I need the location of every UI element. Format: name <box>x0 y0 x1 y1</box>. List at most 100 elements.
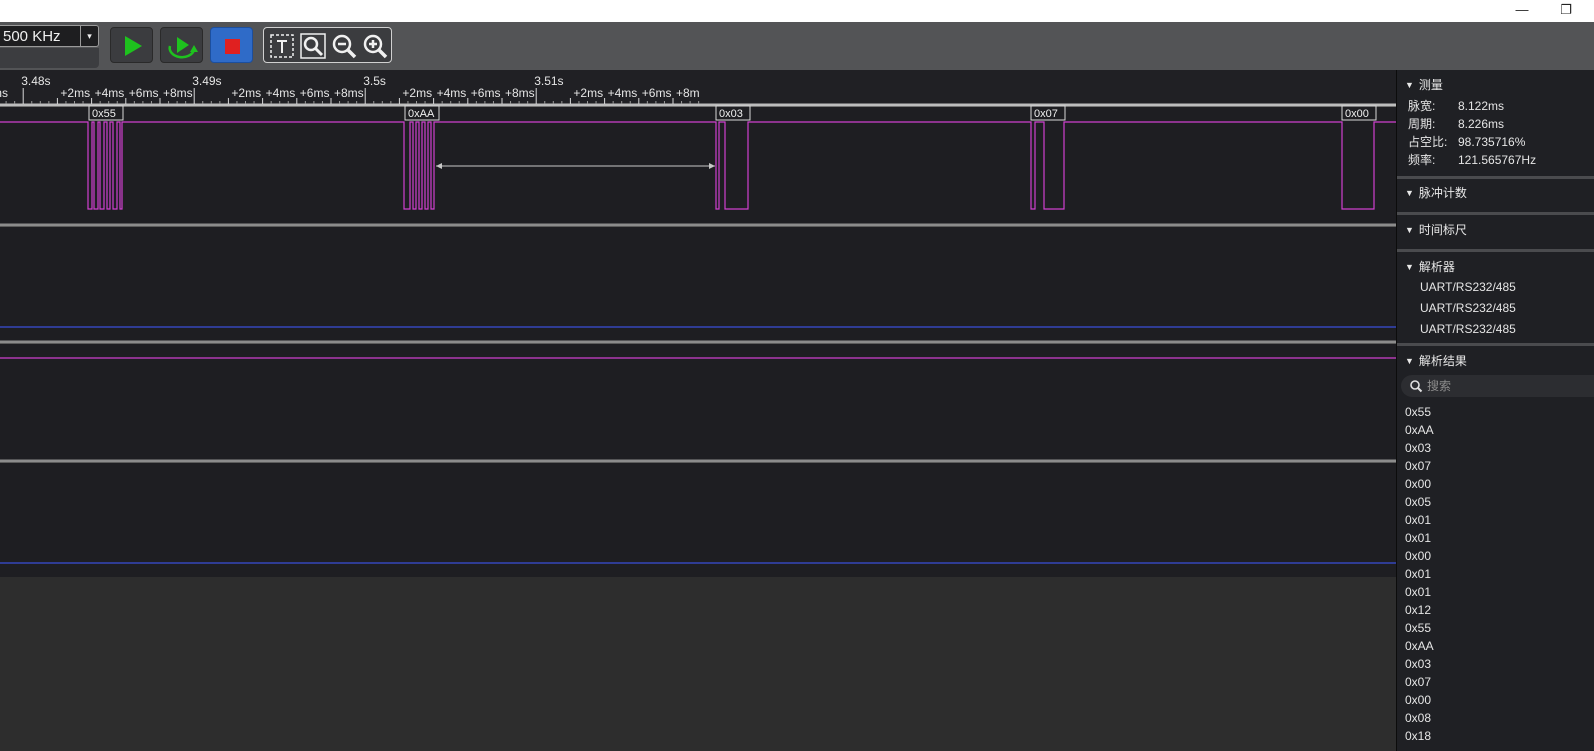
ruler-label: +4ms <box>266 86 296 100</box>
waveform-canvas[interactable]: ms3.48s+2ms+4ms+6ms+8ms3.49s+2ms+4ms+6ms… <box>0 70 1396 751</box>
result-item[interactable]: 0x00 <box>1405 475 1431 493</box>
collapse-triangle-icon: ▼ <box>1405 262 1414 272</box>
collapse-triangle-icon: ▼ <box>1405 188 1414 198</box>
result-item[interactable]: 0x00 <box>1405 691 1431 709</box>
continuous-capture-button[interactable] <box>160 27 203 63</box>
result-item[interactable]: 0x18 <box>1405 727 1431 745</box>
ruler-label: +4ms <box>608 86 638 100</box>
text-cursor-icon[interactable] <box>268 32 296 60</box>
results-section-header[interactable]: ▼ 解析结果 <box>1405 353 1467 369</box>
ruler-label: +4ms <box>437 86 467 100</box>
result-item[interactable]: 0x08 <box>1405 709 1431 727</box>
ruler-label: 3.49s <box>192 74 221 88</box>
ruler-label: +8m <box>676 86 700 100</box>
result-item[interactable]: 0x07 <box>1405 457 1431 475</box>
sample-rate-select[interactable]: 500 KHz ▾ <box>0 25 99 47</box>
ruler-label: +8ms <box>163 86 193 100</box>
section-divider <box>1397 343 1594 346</box>
start-capture-button[interactable] <box>110 27 153 63</box>
result-item[interactable]: 0x01 <box>1405 511 1431 529</box>
decoded-frame-label: 0x00 <box>1345 108 1369 120</box>
result-item[interactable]: 0x05 <box>1405 493 1431 511</box>
measurement-row: 频率: 121.565767Hz <box>1408 152 1536 168</box>
ruler-label: +8ms <box>334 86 364 100</box>
result-item[interactable]: 0xAA <box>1405 421 1434 439</box>
result-item[interactable]: 0x07 <box>1405 673 1431 691</box>
collapse-triangle-icon: ▼ <box>1405 356 1414 366</box>
pulse-count-section-header[interactable]: ▼ 脉冲计数 <box>1405 185 1467 201</box>
measurement-row: 周期: 8.226ms <box>1408 116 1504 132</box>
ruler-label: +4ms <box>95 86 125 100</box>
ruler-label: ms <box>0 86 8 100</box>
result-item[interactable]: 0x03 <box>1405 439 1431 457</box>
stop-capture-button[interactable] <box>210 27 253 63</box>
channel-2-track[interactable] <box>0 344 1396 460</box>
collapse-triangle-icon: ▼ <box>1405 225 1414 235</box>
measurement-value: 98.735716% <box>1458 135 1526 149</box>
section-divider <box>1397 176 1594 179</box>
ruler-label: +2ms <box>573 86 603 100</box>
measurement-value: 8.226ms <box>1458 117 1505 131</box>
search-icon <box>1410 380 1423 393</box>
ruler-label: +6ms <box>471 86 501 100</box>
result-item[interactable]: 0x12 <box>1405 601 1431 619</box>
minimize-button[interactable]: — <box>1507 0 1537 22</box>
result-item[interactable]: 0x55 <box>1405 619 1431 637</box>
ruler-label: +6ms <box>642 86 672 100</box>
channel-3-track[interactable] <box>0 463 1396 577</box>
ruler-label: 3.51s <box>534 74 563 88</box>
ruler-label: +2ms <box>231 86 261 100</box>
decoder-item[interactable]: UART/RS232/485 <box>1420 320 1516 338</box>
zoom-fit-icon[interactable] <box>299 32 327 60</box>
restore-button[interactable]: ❐ <box>1551 0 1581 22</box>
ruler-label: +8ms <box>505 86 535 100</box>
side-panel: ▼ 测量 脉宽: 8.122ms 周期: 8.226ms 占空比: 98.735716% 频率… <box>1396 70 1594 751</box>
decoded-frame-label: 0x55 <box>92 108 116 120</box>
ruler-label: +6ms <box>300 86 330 100</box>
ruler-label: +2ms <box>402 86 432 100</box>
channel-1-track[interactable] <box>0 227 1396 341</box>
results-search[interactable] <box>1401 375 1594 397</box>
title-bar: — ❐ <box>0 0 1594 22</box>
chevron-down-icon[interactable]: ▾ <box>80 26 98 46</box>
decoders-section-header[interactable]: ▼ 解析器 <box>1405 259 1455 275</box>
sample-rate-value: 500 KHz <box>3 28 61 45</box>
search-input[interactable] <box>1427 377 1587 395</box>
logic-analyzer-window: — ❐ 500 KHz ▾ s 3.48s +2ms +4ms +6ms +8m… <box>0 0 1594 751</box>
decoder-item[interactable]: UART/RS232/485 <box>1420 278 1516 296</box>
result-item[interactable]: 0x01 <box>1405 565 1431 583</box>
measurement-row: 占空比: 98.735716% <box>1408 134 1525 150</box>
measurement-key: 频率: <box>1408 153 1436 167</box>
ruler-label: 3.5s <box>363 74 386 88</box>
decoder-item[interactable]: UART/RS232/485 <box>1420 299 1516 317</box>
section-divider <box>1397 249 1594 252</box>
measure-section-header[interactable]: ▼ 测量 <box>1405 77 1443 93</box>
decoded-frame-label: 0x07 <box>1034 108 1058 120</box>
result-item[interactable]: 0x01 <box>1405 583 1431 601</box>
result-item[interactable]: 0x01 <box>1405 529 1431 547</box>
result-item[interactable]: 0x03 <box>1405 655 1431 673</box>
zoom-toolbar <box>263 27 392 63</box>
result-item[interactable]: 0x55 <box>1405 403 1431 421</box>
play-icon <box>125 36 142 56</box>
ruler-label: 3.48s <box>21 74 50 88</box>
toolbar: 500 KHz ▾ <box>0 22 1594 70</box>
stop-icon <box>225 39 240 54</box>
measurement-key: 占空比: <box>1408 135 1448 149</box>
measurement-row: 脉宽: 8.122ms <box>1408 98 1504 114</box>
result-item[interactable]: 0xAA <box>1405 637 1434 655</box>
result-item[interactable]: 0x00 <box>1405 547 1431 565</box>
measurement-key: 周期: <box>1408 117 1436 131</box>
sample-depth-select[interactable] <box>0 48 99 68</box>
loop-play-icon <box>168 37 198 59</box>
decoded-frame-label: 0x03 <box>719 108 743 120</box>
measurement-value: 8.122ms <box>1458 99 1505 113</box>
measurement-value: 121.565767Hz <box>1458 153 1537 167</box>
time-ruler-section-header[interactable]: ▼ 时间标尺 <box>1405 222 1467 238</box>
zoom-in-icon[interactable] <box>361 32 389 60</box>
ruler-label: +2ms <box>60 86 90 100</box>
ruler-label: +6ms <box>129 86 159 100</box>
waveform-view[interactable]: ms3.48s+2ms+4ms+6ms+8ms3.49s+2ms+4ms+6ms… <box>0 70 1396 751</box>
section-divider <box>1397 212 1594 215</box>
zoom-out-icon[interactable] <box>330 32 358 60</box>
